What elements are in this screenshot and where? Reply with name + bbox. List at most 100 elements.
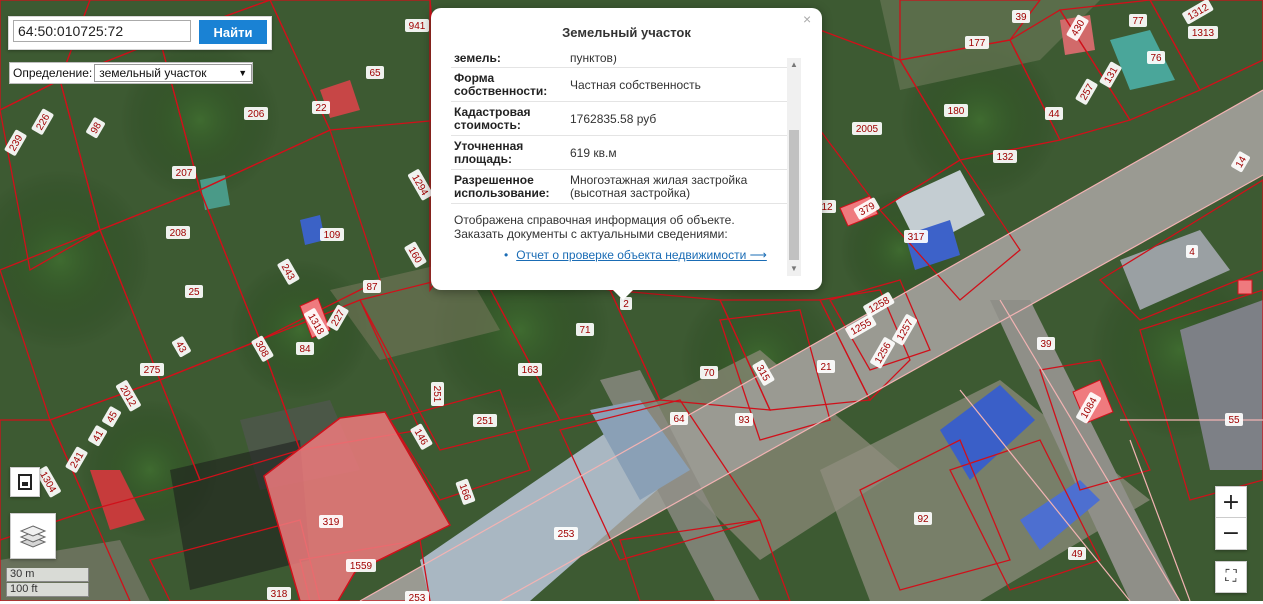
parcel-number: 251 xyxy=(477,416,494,427)
parcel-label[interactable]: 71 xyxy=(576,323,594,336)
scale-metric: 30 m xyxy=(6,568,89,582)
parcel-label[interactable]: 55 xyxy=(1225,413,1243,426)
parcel-number: 207 xyxy=(176,168,193,179)
parcel-number: 251 xyxy=(431,386,442,403)
popup-content[interactable]: земель: пунктов) Форма собственности: Ча… xyxy=(451,55,787,277)
parcel-label[interactable]: 177 xyxy=(965,36,989,49)
popup-row-ownership: Форма собственности: Частная собственнос… xyxy=(451,68,787,102)
parcel-label[interactable]: 109 xyxy=(320,228,344,241)
zoom-out-button[interactable]: − xyxy=(1216,518,1246,548)
parcel-label[interactable]: 180 xyxy=(944,104,968,117)
parcel-number: 180 xyxy=(948,106,965,117)
definition-selector: Определение: земельный участок ▼ xyxy=(9,62,254,84)
parcel-label[interactable]: 39 xyxy=(1012,10,1030,23)
definition-label: Определение: xyxy=(13,66,93,80)
popup-row-value: 619 кв.м xyxy=(570,145,617,160)
popup-row-cut: земель: пунктов) xyxy=(451,55,787,68)
parcel-label[interactable]: 92 xyxy=(914,512,932,525)
parcel-number: 2 xyxy=(623,299,629,310)
layers-button[interactable] xyxy=(10,513,56,559)
parcel-label[interactable]: 1313 xyxy=(1188,26,1218,39)
cadastral-search-input[interactable] xyxy=(13,20,191,42)
parcel-label[interactable]: 76 xyxy=(1147,51,1165,64)
popup-row-label: Кадастровая стоимость: xyxy=(454,105,531,132)
definition-select[interactable]: земельный участок ▼ xyxy=(94,64,253,82)
parcel-number: 253 xyxy=(558,529,575,540)
parcel-label[interactable]: 253 xyxy=(554,527,578,540)
parcel-label[interactable]: 1559 xyxy=(346,559,376,572)
fullscreen-icon: ⛶ xyxy=(1225,568,1237,585)
scroll-up-arrow-icon[interactable]: ▲ xyxy=(787,58,801,72)
parcel-number: 87 xyxy=(366,282,378,293)
parcel-label[interactable]: 4 xyxy=(1186,245,1198,258)
parcel-label[interactable]: 93 xyxy=(735,413,753,426)
parcel-label[interactable]: 44 xyxy=(1045,107,1063,120)
parcel-label[interactable]: 317 xyxy=(904,230,928,243)
parcel-number: 109 xyxy=(324,230,341,241)
popup-title: Земельный участок xyxy=(562,25,691,40)
scroll-down-arrow-icon[interactable]: ▼ xyxy=(787,262,801,276)
map-legend-button[interactable] xyxy=(10,467,40,497)
parcel-label[interactable]: 253 xyxy=(405,591,429,604)
parcel-label[interactable]: 208 xyxy=(166,226,190,239)
parcel-label[interactable]: 77 xyxy=(1129,14,1147,27)
zoom-in-button[interactable]: + xyxy=(1216,487,1246,518)
definition-selected-value: земельный участок xyxy=(99,66,207,80)
parcel-label[interactable]: 39 xyxy=(1037,337,1055,350)
parcel-label[interactable]: 275 xyxy=(140,363,164,376)
parcel-label[interactable]: 318 xyxy=(267,587,291,600)
parcel-number: 1559 xyxy=(350,561,373,572)
parcel-number: 208 xyxy=(170,228,187,239)
parcel-label[interactable]: 65 xyxy=(366,66,384,79)
popup-row-label: Разрешенное использование: xyxy=(454,173,550,200)
parcel-label[interactable]: 163 xyxy=(518,363,542,376)
popup-scrollbar[interactable]: ▲ ▼ xyxy=(787,58,801,276)
parcel-number: 163 xyxy=(522,365,539,376)
parcel-number: 44 xyxy=(1048,109,1060,120)
parcel-number: 317 xyxy=(908,232,925,243)
layers-icon xyxy=(19,525,47,548)
parcel-label[interactable]: 206 xyxy=(244,107,268,120)
parcel-label[interactable]: 87 xyxy=(363,280,381,293)
parcel-label[interactable]: 2005 xyxy=(852,122,882,135)
parcel-number: 318 xyxy=(271,589,288,600)
parcel-number: 1313 xyxy=(1192,28,1215,39)
parcel-label[interactable]: 941 xyxy=(405,19,429,32)
popup-row-value: 1762835.58 руб xyxy=(570,111,657,126)
find-button[interactable]: Найти xyxy=(199,20,267,44)
parcel-number: 941 xyxy=(409,21,426,32)
popup-row-label: земель: xyxy=(454,55,501,65)
parcel-label[interactable]: 70 xyxy=(700,366,718,379)
report-link[interactable]: Отчет о проверке объекта недвижимости ⟶ xyxy=(504,248,787,262)
parcel-number: 132 xyxy=(997,152,1014,163)
parcel-number: 177 xyxy=(969,38,986,49)
popup-pointer xyxy=(611,288,635,300)
parcel-number: 206 xyxy=(248,109,265,120)
fullscreen-button[interactable]: ⛶ xyxy=(1215,561,1247,593)
parcel-number: 92 xyxy=(917,514,929,525)
parcel-label[interactable]: 319 xyxy=(319,515,343,528)
popup-row-label: Уточненная площадь: xyxy=(454,139,524,166)
parcel-number: 12 xyxy=(821,202,833,213)
parcel-label[interactable]: 21 xyxy=(817,360,835,373)
parcel-number: 55 xyxy=(1228,415,1240,426)
parcel-label[interactable]: 132 xyxy=(993,150,1017,163)
parcel-label[interactable]: 64 xyxy=(670,412,688,425)
parcel-label[interactable]: 207 xyxy=(172,166,196,179)
parcel-label[interactable]: 25 xyxy=(185,285,203,298)
parcel-label[interactable]: 251 xyxy=(431,382,444,406)
parcel-number: 49 xyxy=(1071,549,1083,560)
parcel-label[interactable]: 22 xyxy=(312,101,330,114)
scrollbar-thumb[interactable] xyxy=(789,130,799,260)
popup-note: Отображена справочная информация об объе… xyxy=(454,213,735,241)
parcel-label[interactable]: 84 xyxy=(296,342,314,355)
parcel-label[interactable]: 49 xyxy=(1068,547,1086,560)
parcel-number: 65 xyxy=(369,68,381,79)
popup-row-area: Уточненная площадь: 619 кв.м xyxy=(451,136,787,170)
parcel-number: 64 xyxy=(673,414,685,425)
popup-row-value: Частная собственность xyxy=(570,77,701,92)
legend-icon xyxy=(18,474,32,490)
parcel-number: 275 xyxy=(144,365,161,376)
parcel-label[interactable]: 251 xyxy=(473,414,497,427)
parcel-marker[interactable] xyxy=(1237,279,1253,295)
